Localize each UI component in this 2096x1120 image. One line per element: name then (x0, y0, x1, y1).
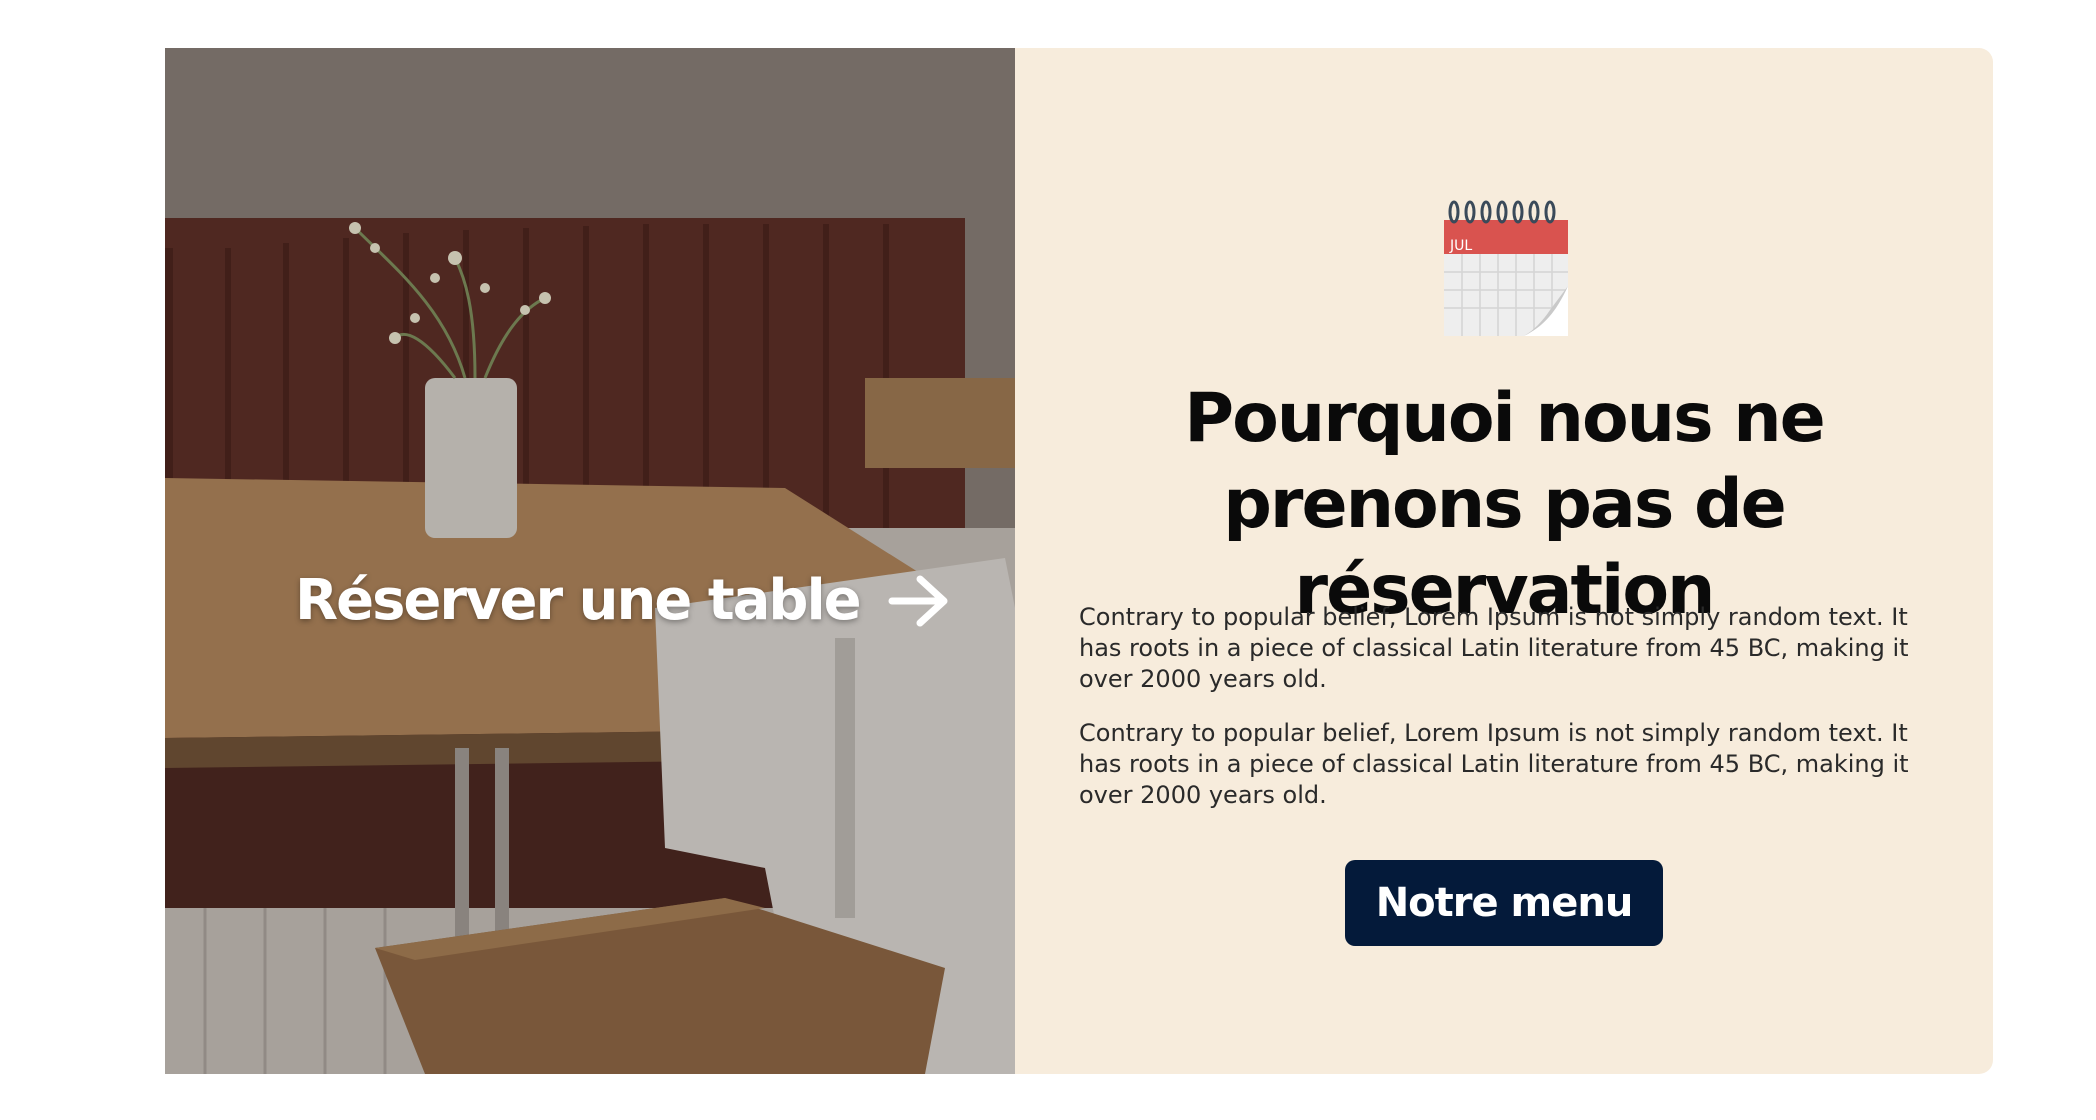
our-menu-button[interactable]: Notre menu (1345, 860, 1663, 946)
arrow-right-icon (888, 575, 950, 627)
info-panel: JUL Pourquoi nous ne prenons pas de rése… (1015, 48, 1993, 1074)
calendar-icon: JUL (1440, 194, 1572, 340)
info-paragraph-1: Contrary to popular belief, Lorem Ipsum … (1079, 603, 1909, 693)
reserve-table-link[interactable]: Réserver une table (295, 568, 950, 633)
photo-dim-overlay (165, 48, 1015, 1074)
section-title: Pourquoi nous ne prenons pas de réservat… (1184, 379, 1826, 630)
calendar-month-label: JUL (1449, 238, 1472, 254)
reserve-table-label: Réserver une table (295, 568, 862, 633)
info-paragraph-2: Contrary to popular belief, Lorem Ipsum … (1079, 719, 1909, 809)
restaurant-photo: Réserver une table (165, 48, 1015, 1074)
promo-card: Réserver une table JUL Pourquoi nous ne … (165, 48, 1993, 1074)
